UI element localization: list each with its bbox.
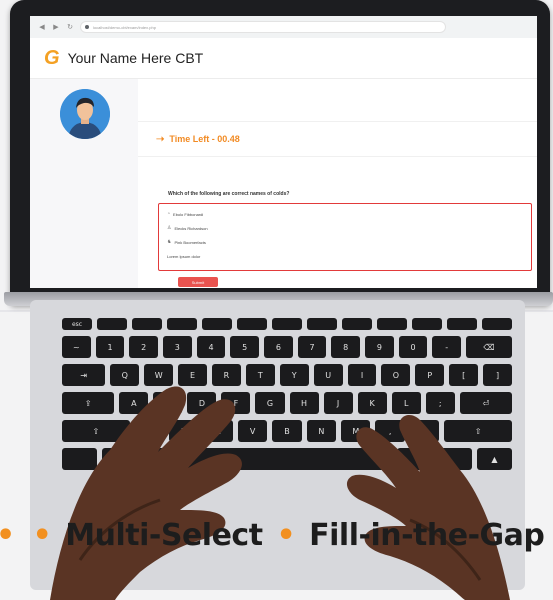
key[interactable]: 9	[365, 336, 394, 358]
option-label: Lorem Ipsum dolor	[167, 253, 201, 259]
option-label: Elecks Richardson	[174, 225, 208, 231]
key[interactable]: 5	[230, 336, 260, 358]
option-icon: ♙	[167, 225, 172, 231]
key[interactable]	[167, 318, 197, 330]
app-header: G Your Name Here CBT	[30, 38, 537, 79]
url-text: localhost/demo-cbt/exam/index.php	[93, 24, 156, 30]
right-hand	[346, 415, 510, 600]
key[interactable]	[342, 318, 372, 330]
timer-label: Time Left - 00.48	[169, 134, 240, 144]
number-row: ~1 2 3 4 5 6 7 8 9 0- ⌫	[62, 336, 512, 358]
question-text: Which of the following are correct names…	[168, 191, 290, 197]
function-row: esc	[62, 318, 512, 330]
key[interactable]: 6	[264, 336, 293, 358]
person-icon	[60, 89, 110, 139]
key[interactable]: 0	[398, 336, 428, 358]
key[interactable]: esc	[62, 318, 92, 330]
back-icon[interactable]: ◀	[38, 23, 46, 31]
key[interactable]	[202, 318, 232, 330]
laptop-lid: ◀ ▶ ↻ localhost/demo-cbt/exam/index.php …	[10, 0, 550, 305]
options-box: ◔ Ebolo Fibbonardi ♙ Elecks Richardson ♞…	[158, 203, 532, 271]
bullet-icon: •	[276, 518, 296, 553]
option-1[interactable]: ◔ Ebolo Fibbonardi	[167, 210, 203, 218]
avatar	[60, 89, 110, 139]
key[interactable]	[272, 318, 302, 330]
profile-panel	[30, 79, 138, 288]
key[interactable]: 1	[95, 336, 125, 358]
address-bar[interactable]: localhost/demo-cbt/exam/index.php	[80, 21, 446, 33]
option-label: Ebolo Fibbonardi	[173, 211, 204, 217]
key[interactable]: 2	[129, 336, 159, 358]
key[interactable]	[447, 318, 477, 330]
key[interactable]	[132, 318, 162, 330]
browser-toolbar: ◀ ▶ ↻ localhost/demo-cbt/exam/index.php	[30, 16, 537, 39]
bullet-icon: •	[0, 518, 19, 553]
key[interactable]	[237, 318, 267, 330]
key[interactable]	[377, 318, 407, 330]
option-2[interactable]: ♙ Elecks Richardson	[167, 224, 208, 232]
laptop-screen: ◀ ▶ ↻ localhost/demo-cbt/exam/index.php …	[30, 16, 537, 288]
key[interactable]	[307, 318, 337, 330]
key[interactable]: B	[272, 420, 302, 442]
app-title: Your Name Here CBT	[67, 50, 204, 66]
key[interactable]	[97, 318, 127, 330]
logo-icon: G	[44, 47, 60, 69]
option-4[interactable]: Lorem Ipsum dolor	[167, 252, 200, 260]
key[interactable]: ⌫	[466, 336, 512, 358]
reload-icon[interactable]: ↻	[66, 23, 74, 31]
left-hand	[50, 386, 242, 600]
forward-icon[interactable]: ▶	[52, 23, 60, 31]
key[interactable]: 8	[331, 336, 361, 358]
key[interactable]: 3	[163, 336, 192, 358]
option-3[interactable]: ♞ Pink Boomerfacts	[167, 238, 206, 246]
key[interactable]: 7	[297, 336, 327, 358]
feature-caption: • • Multi-Select • Fill-in-the-Gap	[0, 510, 553, 562]
option-icon: ◔	[167, 211, 171, 217]
key[interactable]: ~	[62, 336, 91, 358]
key[interactable]: 4	[196, 336, 226, 358]
option-label: Pink Boomerfacts	[174, 239, 206, 245]
bullet-icon: •	[32, 518, 52, 553]
key[interactable]: -	[432, 336, 462, 358]
option-icon: ♞	[167, 239, 172, 245]
submit-button[interactable]: Submit	[178, 277, 218, 287]
exam-content: ➝ Time Left - 00.48 Which of the followi…	[138, 79, 537, 288]
timer-bar: ➝ Time Left - 00.48	[138, 121, 537, 157]
key[interactable]	[412, 318, 442, 330]
site-info-icon[interactable]	[85, 25, 89, 29]
key[interactable]	[482, 318, 512, 330]
caption-item-fill-in-the-gap: Fill-in-the-Gap	[309, 518, 545, 553]
caption-item-multi-select: Multi-Select	[65, 518, 263, 553]
arrow-icon: ➝	[156, 133, 165, 145]
